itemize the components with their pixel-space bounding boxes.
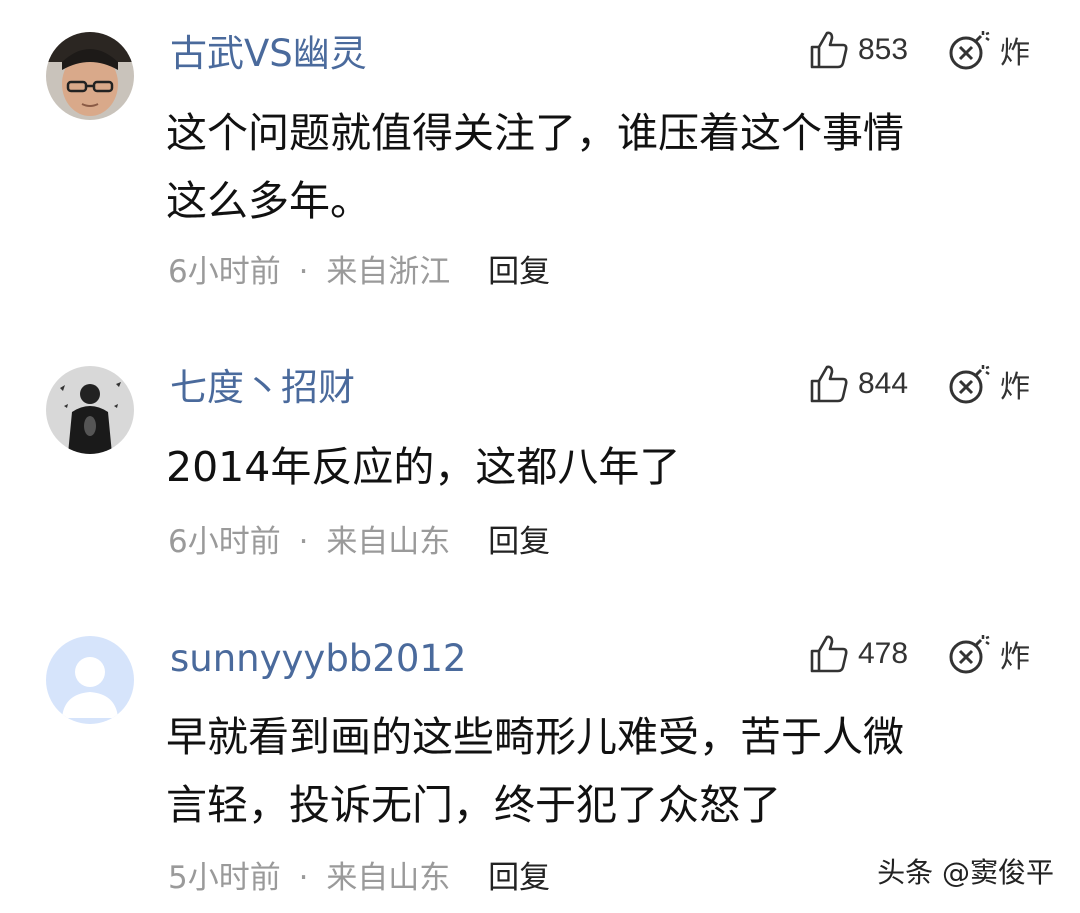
like-count: 478 bbox=[858, 637, 909, 670]
bomb-label: 炸 bbox=[1000, 640, 1030, 675]
reply-button[interactable]: 回复 bbox=[488, 860, 550, 896]
separator: · bbox=[298, 524, 309, 560]
bomb-button[interactable]: 炸 bbox=[946, 632, 1030, 676]
thumbs-up-icon bbox=[810, 635, 848, 673]
comment-text: 这个问题就值得关注了，谁压着这个事情 这么多年。 bbox=[166, 109, 904, 225]
dark-figure-avatar-icon bbox=[46, 366, 134, 454]
comment-text: 2014年反应的，这都八年了 bbox=[166, 443, 681, 491]
comment-location: 来自浙江 bbox=[326, 254, 451, 290]
username[interactable]: 七度丶招财 bbox=[170, 366, 355, 410]
avatar[interactable] bbox=[46, 636, 134, 724]
comment-text: 早就看到画的这些畸形儿难受，苦于人微 言轻，投诉无门，终于犯了众怒了 bbox=[166, 713, 904, 829]
bomb-label: 炸 bbox=[1000, 36, 1030, 71]
reply-button[interactable]: 回复 bbox=[488, 254, 550, 290]
comment-meta: 5小时前 · 来自山东 回复 bbox=[168, 858, 550, 898]
comment-location: 来自山东 bbox=[326, 860, 451, 896]
default-user-avatar-icon bbox=[46, 636, 134, 724]
avatar[interactable] bbox=[46, 32, 134, 120]
like-count: 853 bbox=[858, 33, 909, 66]
comment-meta: 6小时前 · 来自山东 回复 bbox=[168, 522, 550, 562]
like-button[interactable]: 844 bbox=[808, 362, 908, 406]
avatar[interactable] bbox=[46, 366, 134, 454]
username[interactable]: sunnyyybb2012 bbox=[170, 637, 466, 681]
like-button[interactable]: 853 bbox=[808, 28, 908, 72]
bomb-label: 炸 bbox=[1000, 370, 1030, 405]
separator: · bbox=[298, 860, 309, 896]
like-count: 844 bbox=[858, 367, 909, 400]
comment-time: 6小时前 bbox=[168, 524, 281, 560]
username[interactable]: 古武VS幽灵 bbox=[170, 32, 367, 76]
bomb-icon bbox=[949, 635, 990, 674]
separator: · bbox=[298, 254, 309, 290]
watermark: 头条 @窦俊平 bbox=[877, 856, 1054, 889]
comment-time: 6小时前 bbox=[168, 254, 281, 290]
thumbs-up-icon bbox=[810, 31, 848, 69]
bomb-button[interactable]: 炸 bbox=[946, 362, 1030, 406]
bomb-icon bbox=[949, 365, 990, 404]
comment-meta: 6小时前 · 来自浙江 回复 bbox=[168, 252, 550, 292]
man-avatar-icon bbox=[46, 32, 134, 120]
comment-location: 来自山东 bbox=[326, 524, 451, 560]
bomb-icon bbox=[949, 31, 990, 70]
thumbs-up-icon bbox=[810, 365, 848, 403]
comment-time: 5小时前 bbox=[168, 860, 281, 896]
bomb-button[interactable]: 炸 bbox=[946, 28, 1030, 72]
like-button[interactable]: 478 bbox=[808, 632, 908, 676]
reply-button[interactable]: 回复 bbox=[488, 524, 550, 560]
